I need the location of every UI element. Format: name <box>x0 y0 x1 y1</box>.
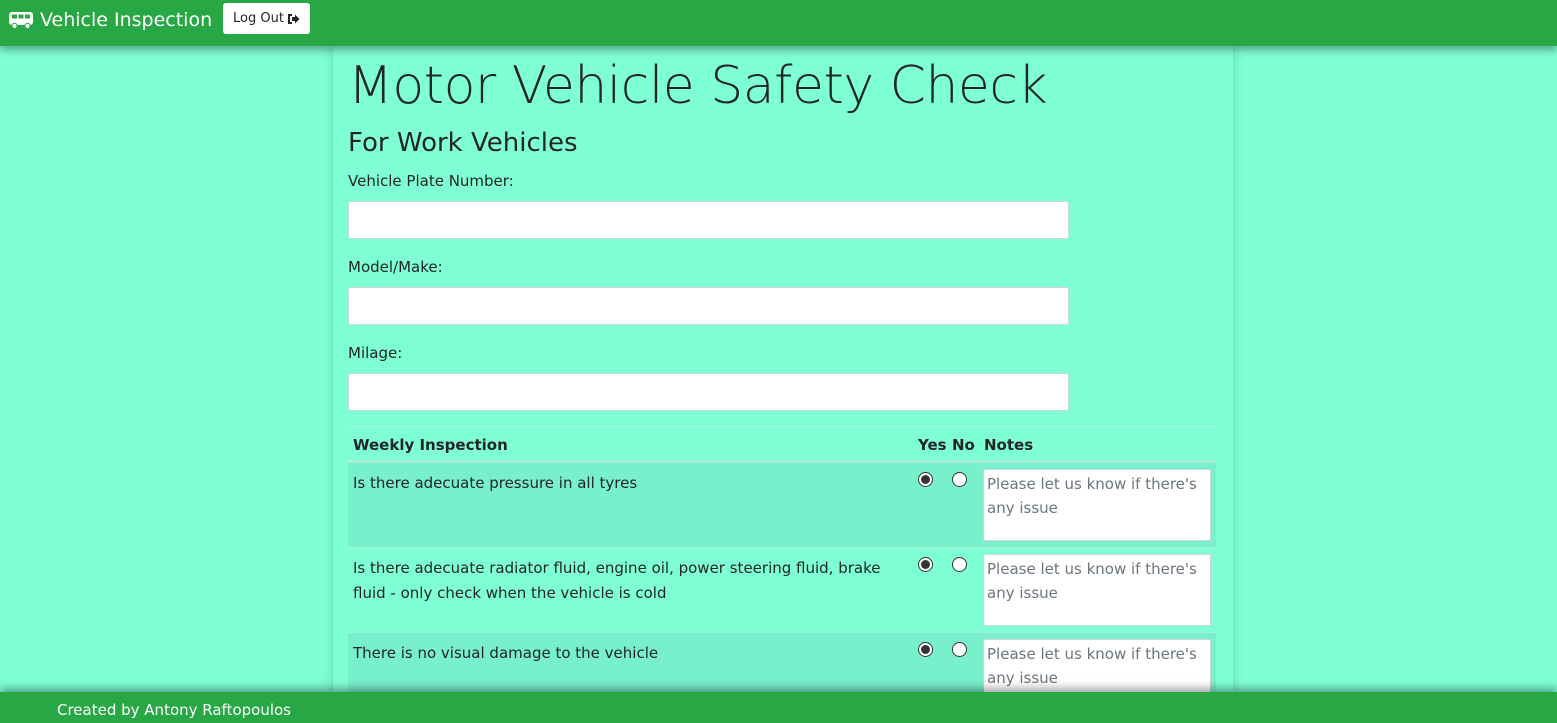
divider <box>348 426 1216 427</box>
header-yes: Yes <box>918 436 947 454</box>
header-notes: Notes <box>984 436 1034 454</box>
page-title: Motor Vehicle Safety Check <box>348 56 1048 116</box>
no-radio[interactable] <box>952 557 967 572</box>
navbar: Vehicle Inspection Log Out <box>0 0 1557 46</box>
milage-label: Milage: <box>348 344 403 362</box>
sign-out-icon <box>287 13 300 24</box>
footer-credit: Created by Antony Raftopoulos <box>57 701 292 719</box>
table-row: Is there adecuate pressure in all tyres <box>348 462 1216 547</box>
yes-radio[interactable] <box>918 557 933 572</box>
milage-input[interactable] <box>348 373 1069 411</box>
header-weekly-inspection: Weekly Inspection <box>353 436 508 454</box>
table-header: Weekly Inspection Yes No Notes <box>348 432 1216 462</box>
no-radio[interactable] <box>952 642 967 657</box>
table-row: There is no visual damage to the vehicle <box>348 632 1216 696</box>
yes-radio[interactable] <box>918 642 933 657</box>
table-row: Is there adecuate radiator fluid, engine… <box>348 547 1216 632</box>
plate-number-label: Vehicle Plate Number: <box>348 172 514 190</box>
no-radio[interactable] <box>952 472 967 487</box>
logout-label: Log Out <box>233 11 284 26</box>
header-no: No <box>952 436 975 454</box>
inspection-question: Is there adecuate pressure in all tyres <box>353 474 638 492</box>
brand-link[interactable]: Vehicle Inspection <box>8 8 212 32</box>
notes-textarea[interactable] <box>983 469 1211 541</box>
logout-button[interactable]: Log Out <box>223 3 310 34</box>
inspection-question: Is there adecuate radiator fluid, engine… <box>353 559 881 602</box>
plate-number-input[interactable] <box>348 201 1069 239</box>
notes-textarea[interactable] <box>983 554 1211 626</box>
bus-icon <box>9 12 33 30</box>
brand-text: Vehicle Inspection <box>40 9 213 31</box>
model-make-input[interactable] <box>348 287 1069 325</box>
yes-radio[interactable] <box>918 472 933 487</box>
page-subtitle: For Work Vehicles <box>348 128 578 158</box>
inspection-question: There is no visual damage to the vehicle <box>353 644 659 662</box>
notes-textarea[interactable] <box>983 639 1211 696</box>
footer: Created by Antony Raftopoulos <box>0 692 1557 723</box>
form-container: Motor Vehicle Safety Check For Work Vehi… <box>333 46 1233 696</box>
model-make-label: Model/Make: <box>348 258 443 276</box>
